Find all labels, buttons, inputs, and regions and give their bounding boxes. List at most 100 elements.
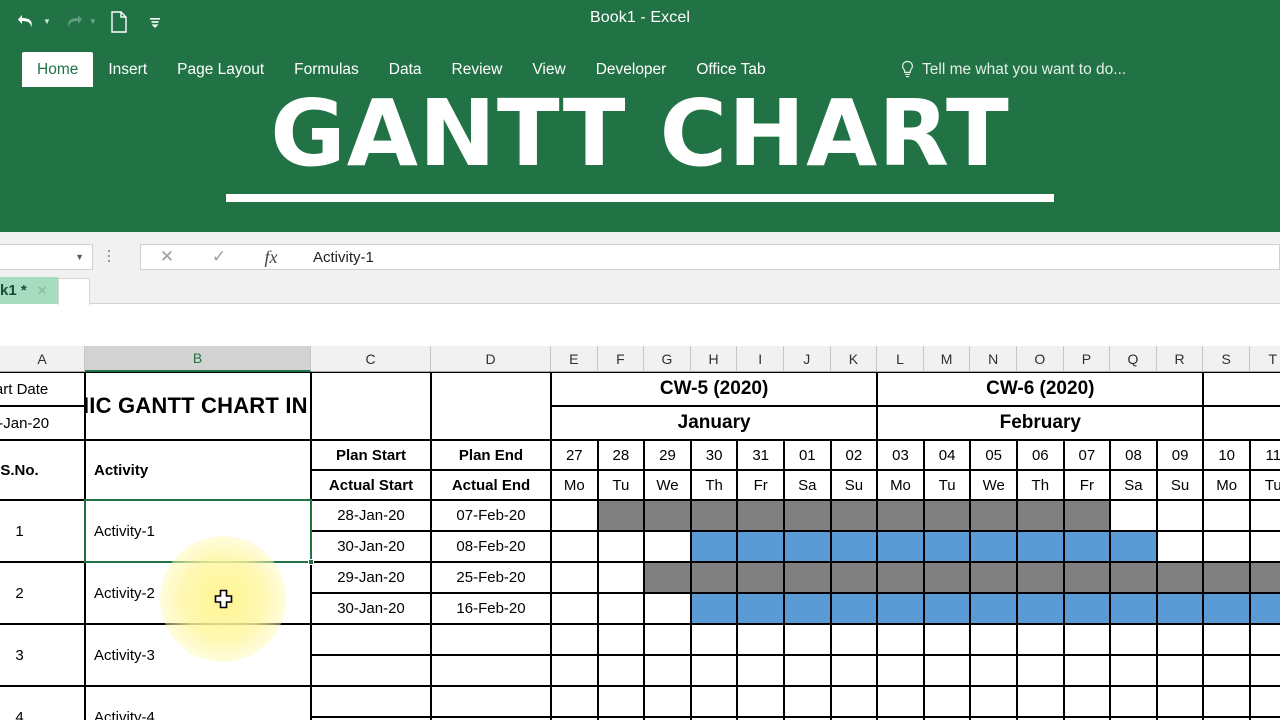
timeline-cell-r2-d28[interactable] bbox=[597, 562, 645, 593]
timeline-cell-r2-d27[interactable] bbox=[551, 562, 598, 593]
header-sno[interactable]: S.No. bbox=[0, 440, 85, 500]
timeline-cell-r4-d07[interactable] bbox=[1063, 686, 1111, 717]
name-box-dropdown-icon[interactable]: ▼ bbox=[75, 252, 84, 262]
timeline-cell-r3-d30[interactable] bbox=[690, 624, 738, 655]
formula-bar-grip[interactable] bbox=[108, 250, 110, 262]
timeline-cell-b-r3-d05[interactable] bbox=[970, 655, 1017, 686]
timeline-cell-b-r1-d29[interactable] bbox=[644, 531, 691, 562]
day-name-10[interactable]: Th bbox=[1017, 470, 1064, 500]
plan-bar-cell-r2-d07[interactable] bbox=[1063, 562, 1111, 593]
day-number-06[interactable]: 06 bbox=[1017, 440, 1064, 470]
plan-bar-cell-r2-d08[interactable] bbox=[1110, 562, 1157, 593]
timeline-cell-r4-d04[interactable] bbox=[923, 686, 971, 717]
plan-bar-cell-r2-d01[interactable] bbox=[784, 562, 831, 593]
day-number-08[interactable]: 08 bbox=[1110, 440, 1157, 470]
tell-me-search[interactable]: Tell me what you want to do... bbox=[900, 52, 1126, 87]
actual-bar-cell-r2-d04[interactable] bbox=[923, 593, 971, 624]
timeline-cell-b-r1-d27[interactable] bbox=[551, 531, 598, 562]
timeline-cell-r1-d11[interactable] bbox=[1250, 500, 1280, 531]
plan-bar-cell-r2-d31[interactable] bbox=[737, 562, 784, 593]
plan-bar-cell-r2-d09[interactable] bbox=[1156, 562, 1204, 593]
timeline-cell-b-r3-d03[interactable] bbox=[877, 655, 924, 686]
actual-bar-cell-r2-d08[interactable] bbox=[1110, 593, 1157, 624]
timeline-cell-r4-d05[interactable] bbox=[970, 686, 1017, 717]
row-plan-start-2[interactable]: 29-Jan-20 bbox=[311, 562, 431, 593]
day-name-14[interactable]: Mo bbox=[1203, 470, 1250, 500]
column-header-p[interactable]: P bbox=[1063, 346, 1111, 372]
day-number-31[interactable]: 31 bbox=[737, 440, 784, 470]
day-number-10[interactable]: 10 bbox=[1203, 440, 1250, 470]
timeline-cell-b-r3-d10[interactable] bbox=[1203, 655, 1250, 686]
row-plan-start-1[interactable]: 28-Jan-20 bbox=[311, 500, 431, 531]
day-number-29[interactable]: 29 bbox=[644, 440, 691, 470]
timeline-cell-r3-d11[interactable] bbox=[1250, 624, 1280, 655]
timeline-cell-b-r2-d27[interactable] bbox=[551, 593, 598, 624]
start-date-label[interactable]: tart Date bbox=[0, 372, 85, 406]
tab-formulas[interactable]: Formulas bbox=[279, 52, 374, 87]
plan-bar-cell-r1-d28[interactable] bbox=[597, 500, 645, 531]
report-title[interactable]: DYNAMIC GANTT CHART IN EXCEL bbox=[85, 372, 311, 440]
day-name-1[interactable]: Tu bbox=[597, 470, 645, 500]
timeline-cell-b-r3-d30[interactable] bbox=[690, 655, 738, 686]
row-activity-1[interactable]: Activity-1 bbox=[85, 500, 311, 562]
timeline-cell-b-r3-d02[interactable] bbox=[830, 655, 878, 686]
plan-bar-cell-r2-d02[interactable] bbox=[830, 562, 878, 593]
row-activity-4[interactable]: Activity-4 bbox=[85, 686, 311, 720]
timeline-cell-r3-d02[interactable] bbox=[830, 624, 878, 655]
day-name-11[interactable]: Fr bbox=[1063, 470, 1111, 500]
insert-function-icon[interactable]: fx bbox=[245, 245, 297, 269]
plan-bar-cell-r1-d05[interactable] bbox=[970, 500, 1017, 531]
timeline-cell-r4-d30[interactable] bbox=[690, 686, 738, 717]
header-activity[interactable]: Activity bbox=[85, 440, 311, 500]
row-actual-end-2[interactable]: 16-Feb-20 bbox=[431, 593, 551, 624]
day-number-28[interactable]: 28 bbox=[597, 440, 645, 470]
timeline-cell-r3-d03[interactable] bbox=[877, 624, 924, 655]
row-plan-end-1[interactable]: 07-Feb-20 bbox=[431, 500, 551, 531]
name-box[interactable]: ▼ bbox=[0, 244, 93, 270]
row-plan-end-2[interactable]: 25-Feb-20 bbox=[431, 562, 551, 593]
plan-bar-cell-r2-d30[interactable] bbox=[690, 562, 738, 593]
day-name-15[interactable]: Tu bbox=[1250, 470, 1280, 500]
actual-bar-cell-r1-d06[interactable] bbox=[1017, 531, 1064, 562]
tab-insert[interactable]: Insert bbox=[93, 52, 162, 87]
day-number-05[interactable]: 05 bbox=[970, 440, 1017, 470]
header-plan-start[interactable]: Plan Start bbox=[311, 440, 431, 470]
cancel-x-icon[interactable]: ✕ bbox=[141, 245, 193, 269]
day-name-12[interactable]: Sa bbox=[1110, 470, 1157, 500]
timeline-cell-r4-d28[interactable] bbox=[597, 686, 645, 717]
day-name-9[interactable]: We bbox=[970, 470, 1017, 500]
actual-bar-cell-r2-d05[interactable] bbox=[970, 593, 1017, 624]
timeline-cell-r4-d29[interactable] bbox=[644, 686, 691, 717]
actual-bar-cell-r2-d02[interactable] bbox=[830, 593, 878, 624]
calendar-week-1[interactable]: CW-5 (2020) bbox=[551, 372, 878, 406]
row-plan-end-4[interactable] bbox=[431, 686, 551, 717]
timeline-cell-b-r1-d28[interactable] bbox=[597, 531, 645, 562]
day-name-6[interactable]: Su bbox=[830, 470, 878, 500]
timeline-cell-r3-d06[interactable] bbox=[1017, 624, 1064, 655]
row-actual-start-3[interactable] bbox=[311, 655, 431, 686]
timeline-cell-r1-d27[interactable] bbox=[551, 500, 598, 531]
actual-bar-cell-r1-d08[interactable] bbox=[1110, 531, 1157, 562]
calendar-week-2[interactable]: CW-6 (2020) bbox=[877, 372, 1204, 406]
day-number-03[interactable]: 03 bbox=[877, 440, 924, 470]
timeline-cell-r1-d09[interactable] bbox=[1156, 500, 1204, 531]
actual-bar-cell-r1-d31[interactable] bbox=[737, 531, 784, 562]
plan-bar-cell-r2-d03[interactable] bbox=[877, 562, 924, 593]
actual-bar-cell-r1-d30[interactable] bbox=[690, 531, 738, 562]
timeline-cell-b-r3-d09[interactable] bbox=[1156, 655, 1204, 686]
column-header-n[interactable]: N bbox=[970, 346, 1017, 372]
plan-bar-cell-r2-d29[interactable] bbox=[644, 562, 691, 593]
plan-bar-cell-r2-d06[interactable] bbox=[1017, 562, 1064, 593]
row-actual-start-1[interactable]: 30-Jan-20 bbox=[311, 531, 431, 562]
row-sno-1[interactable]: 1 bbox=[0, 500, 85, 562]
add-sheet-icon[interactable] bbox=[58, 278, 90, 305]
column-header-b[interactable]: B bbox=[85, 346, 311, 372]
row-actual-end-1[interactable]: 08-Feb-20 bbox=[431, 531, 551, 562]
actual-bar-cell-r2-d11[interactable] bbox=[1250, 593, 1280, 624]
column-header-g[interactable]: G bbox=[644, 346, 691, 372]
day-name-13[interactable]: Su bbox=[1156, 470, 1204, 500]
timeline-cell-b-r3-d29[interactable] bbox=[644, 655, 691, 686]
start-date-value[interactable]: 9-Jan-20 bbox=[0, 406, 85, 440]
row-plan-end-3[interactable] bbox=[431, 624, 551, 655]
close-x-icon[interactable]: ✕ bbox=[37, 283, 48, 299]
